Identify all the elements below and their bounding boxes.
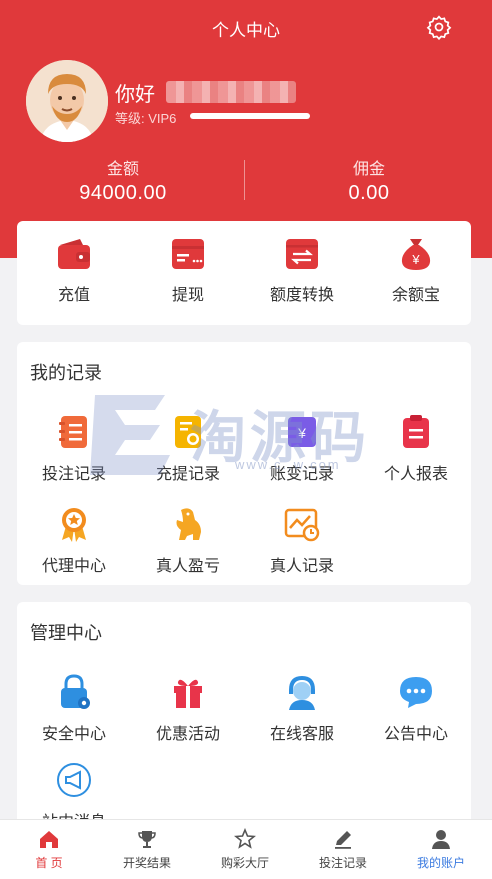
avatar-illustration: [26, 60, 108, 142]
greeting-text: 你好: [115, 84, 155, 106]
dinosaur-icon: [176, 508, 201, 540]
service-agent-icon: [289, 676, 315, 710]
tab-home-label: 首 页: [35, 856, 63, 870]
tab-bet-records[interactable]: 投注记录: [294, 820, 392, 879]
personal-report-button[interactable]: 个人报表: [361, 414, 471, 484]
security-center-button[interactable]: 安全中心: [19, 674, 129, 744]
yuebao-button[interactable]: ¥ 余额宝: [361, 237, 471, 305]
deposit-record-label: 充提记录: [155, 466, 220, 483]
vip-level: 等级: VIP6: [115, 111, 177, 126]
deposit-record-button[interactable]: 充提记录: [133, 414, 243, 484]
account-change-icon: ¥: [288, 417, 316, 447]
star-icon: [234, 828, 256, 849]
money-bag-icon: ¥: [401, 239, 431, 270]
page-title: 个人中心: [212, 21, 280, 40]
profile-header: 个人中心 你好 等级: VIP6 金额 94000.00 佣金 0.00: [0, 0, 492, 258]
withdraw-button[interactable]: 提现: [133, 237, 243, 305]
trophy-icon: [138, 831, 156, 848]
avatar[interactable]: [26, 60, 108, 142]
management-card: 管理中心 安全中心 优惠活动 在线客服 公告中心: [17, 602, 471, 832]
transfer-icon: [286, 239, 318, 269]
balance-divider: [244, 160, 245, 200]
bottom-tab-bar: 首 页 开奖结果 购彩大厅 投注记录 我的账户: [0, 819, 492, 879]
svg-text:¥: ¥: [297, 425, 306, 441]
commission-value: 0.00: [348, 182, 390, 204]
megaphone-icon: [57, 763, 91, 797]
user-icon: [432, 830, 450, 849]
chat-bubble-icon: [400, 677, 432, 708]
bet-record-label: 投注记录: [41, 466, 106, 483]
deposit-record-icon: [175, 416, 201, 448]
promotions-button[interactable]: 优惠活动: [133, 674, 243, 744]
agent-center-button[interactable]: 代理中心: [19, 506, 129, 576]
security-center-label: 安全中心: [41, 726, 106, 743]
live-profit-label: 真人盈亏: [155, 558, 220, 575]
announcement-button[interactable]: 公告中心: [361, 674, 471, 744]
balance-value: 94000.00: [79, 182, 167, 204]
tab-lottery-hall-label: 购彩大厅: [220, 856, 269, 870]
tab-lottery-hall[interactable]: 购彩大厅: [196, 820, 294, 879]
withdraw-label: 提现: [171, 287, 204, 304]
top-bar: 个人中心: [0, 0, 492, 54]
level-progress-bar: [190, 113, 310, 119]
tab-bet-records-label: 投注记录: [318, 856, 367, 870]
chart-record-icon: [284, 508, 320, 542]
recharge-button[interactable]: 充值: [19, 237, 129, 305]
tab-my-account-label: 我的账户: [416, 856, 465, 870]
recharge-label: 充值: [57, 287, 90, 304]
live-profit-button[interactable]: 真人盈亏: [133, 506, 243, 576]
tab-lottery-results[interactable]: 开奖结果: [98, 820, 196, 879]
gear-icon[interactable]: [426, 14, 452, 40]
report-icon: [403, 415, 429, 448]
live-record-label: 真人记录: [269, 558, 334, 575]
edit-icon: [335, 831, 351, 849]
my-records-card: 我的记录 投注记录 充提记录 ¥ 账变记录 个人报表 代理中心 真人盈亏 真人记…: [17, 342, 471, 585]
balance-label: 金额: [106, 161, 139, 178]
home-icon: [40, 831, 58, 848]
transfer-button[interactable]: 额度转换: [247, 237, 357, 305]
yuebao-label: 余额宝: [391, 287, 440, 304]
management-section-title: 管理中心: [30, 623, 102, 643]
tab-my-account[interactable]: 我的账户: [392, 820, 490, 879]
svg-text:¥: ¥: [411, 252, 420, 267]
username-blurred: [166, 81, 296, 103]
announcement-label: 公告中心: [383, 726, 448, 743]
tab-lottery-results-label: 开奖结果: [122, 856, 171, 870]
commission-label: 佣金: [352, 161, 385, 178]
personal-report-label: 个人报表: [383, 466, 448, 483]
tab-home[interactable]: 首 页: [0, 820, 98, 879]
bet-record-icon: [59, 416, 87, 448]
live-record-button[interactable]: 真人记录: [247, 506, 357, 576]
account-change-label: 账变记录: [269, 466, 334, 483]
customer-service-label: 在线客服: [269, 726, 334, 743]
account-change-button[interactable]: ¥ 账变记录: [247, 414, 357, 484]
agent-center-label: 代理中心: [41, 558, 106, 575]
gift-icon: [174, 679, 202, 708]
lock-icon: [61, 674, 90, 709]
agent-badge-icon: [62, 508, 86, 542]
customer-service-button[interactable]: 在线客服: [247, 674, 357, 744]
transfer-label: 额度转换: [269, 287, 334, 304]
bet-record-button[interactable]: 投注记录: [19, 414, 129, 484]
card-icon: [172, 239, 204, 269]
wallet-icon: [58, 239, 90, 269]
promotions-label: 优惠活动: [155, 726, 220, 743]
records-section-title: 我的记录: [30, 363, 102, 383]
quick-actions-card: 充值 提现 额度转换 ¥ 余额宝: [17, 221, 471, 325]
